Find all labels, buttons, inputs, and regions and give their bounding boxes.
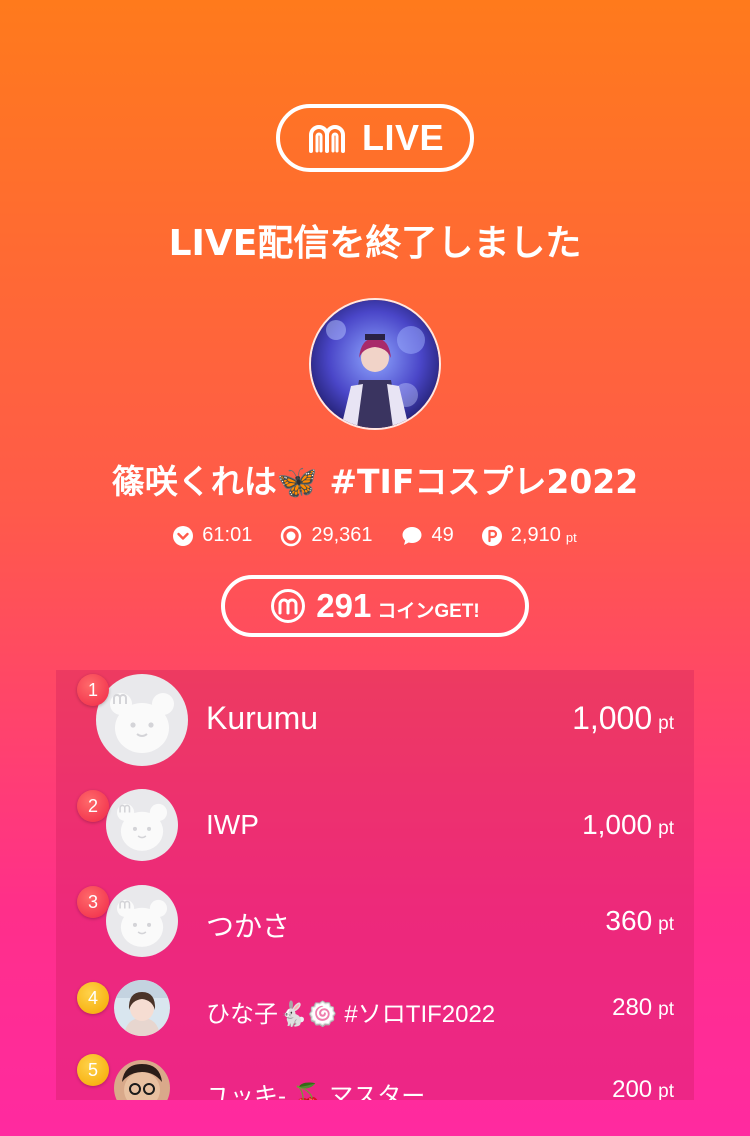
coin-icon (271, 589, 306, 623)
ranking-points-value: 1,000 (572, 700, 653, 736)
ranking-row[interactable]: 2 IWP 1,000 pt (56, 784, 694, 864)
rank-badge: 2 (77, 790, 109, 822)
ranking-points: 200 pt (612, 1076, 674, 1100)
ranking-points: 360 pt (605, 905, 674, 937)
viewers-stat: 29,361 (280, 524, 373, 547)
ranking-points-unit: pt (658, 818, 674, 839)
ranking-row[interactable]: 4 ひな子🐇🍥 #ソロTIF2022 280 pt (56, 978, 694, 1048)
rank-badge: 5 (77, 1054, 109, 1086)
mixch-live-logo: LIVE (276, 104, 474, 172)
stats-row: 61:01 29,361 49 2,910 pt (0, 524, 750, 547)
ranking-points-value: 360 (605, 905, 653, 936)
ranking-points-value: 280 (612, 994, 653, 1021)
ranking-user-name: つかさ (206, 911, 291, 942)
user-photo-icon (114, 1060, 170, 1100)
comments-value: 49 (431, 524, 454, 546)
bear-placeholder-icon (106, 885, 178, 957)
streamer-name: 篠咲くれは🦋 #TIFコスプレ2022 (111, 462, 639, 501)
avatar[interactable] (106, 885, 178, 957)
rank-badge: 3 (77, 886, 109, 918)
duration-stat: 61:01 (173, 524, 252, 547)
ranking-row[interactable]: 5 ユッキ- 🍒 マスター 200 pt (56, 1054, 694, 1100)
avatar[interactable] (96, 674, 188, 766)
avatar[interactable] (106, 789, 178, 861)
streamer-avatar[interactable] (309, 298, 441, 430)
avatar[interactable] (114, 1060, 170, 1100)
ranking-list: 1 Kurumu 1,000 pt 2 IWP 1,000 pt 3 つかさ 3… (56, 670, 694, 1100)
avatar[interactable] (114, 980, 170, 1036)
coin-label: コインGET! (377, 600, 480, 622)
viewers-value: 29,361 (311, 524, 373, 546)
rank-badge: 1 (77, 674, 109, 706)
ranking-row[interactable]: 3 つかさ 360 pt (56, 880, 694, 960)
m-logo-icon (308, 125, 345, 153)
points-stat: 2,910 pt (481, 524, 577, 547)
logo-text: LIVE (361, 117, 444, 158)
ranking-points-value: 200 (612, 1076, 653, 1100)
comments-stat: 49 (401, 524, 454, 547)
clock-icon (173, 525, 194, 546)
ranking-user-name: IWP (206, 809, 259, 840)
ranking-points: 280 pt (612, 994, 674, 1022)
ranking-user-name: ユッキ- 🍒 マスター (206, 1083, 426, 1100)
duration-value: 61:01 (202, 524, 253, 546)
ranking-points-unit: pt (658, 914, 674, 935)
ranking-user-name: ひな子🐇🍥 #ソロTIF2022 (206, 1001, 496, 1028)
ranking-points-unit: pt (658, 713, 674, 734)
points-value: 2,910 (510, 524, 561, 546)
ranking-points: 1,000 pt (582, 809, 674, 841)
rank-badge: 4 (77, 982, 109, 1014)
bear-placeholder-icon (96, 674, 188, 766)
ranking-points: 1,000 pt (572, 700, 674, 737)
coin-amount: 291 (316, 587, 372, 624)
ranking-points-unit: pt (658, 1081, 674, 1100)
ranking-points-unit: pt (658, 999, 674, 1020)
ranking-points-value: 1,000 (582, 809, 653, 840)
ranking-user-name: Kurumu (206, 700, 319, 736)
points-unit: pt (565, 530, 577, 545)
comment-icon (402, 526, 422, 545)
points-icon (481, 525, 502, 546)
viewers-icon (281, 525, 302, 546)
coin-get-badge: 291 コインGET! (221, 575, 529, 637)
bear-placeholder-icon (106, 789, 178, 861)
user-photo-icon (114, 980, 170, 1036)
ranking-row[interactable]: 1 Kurumu 1,000 pt (56, 670, 694, 770)
page-title: LIVE配信を終了しました (168, 223, 582, 264)
